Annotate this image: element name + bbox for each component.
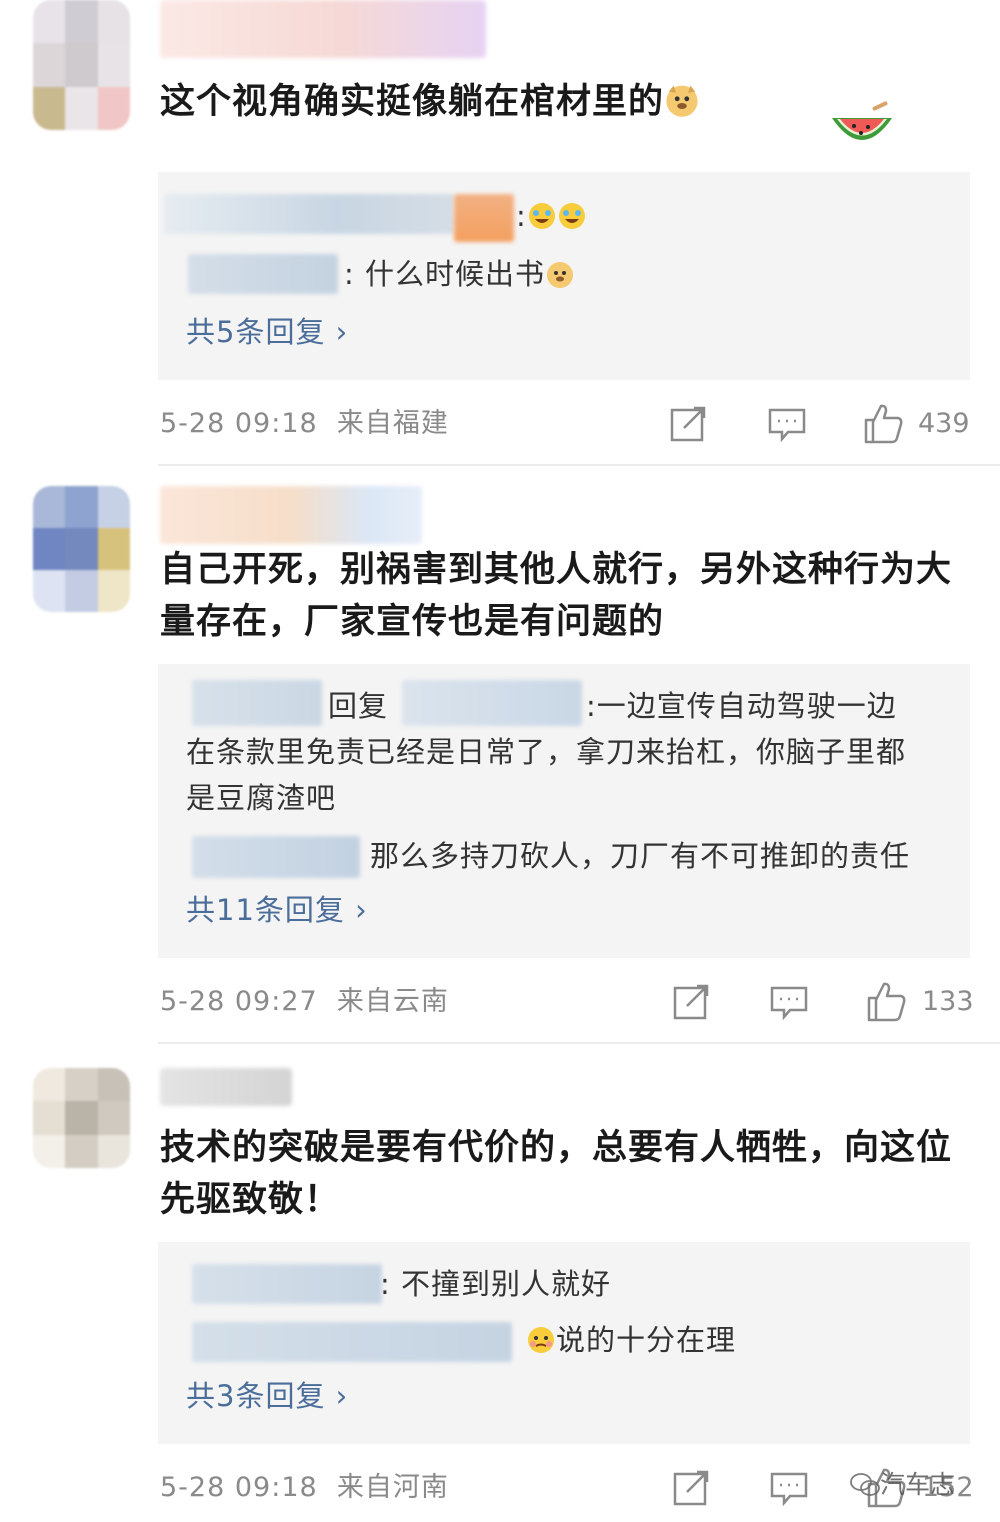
share-icon[interactable] (673, 984, 711, 1020)
location: 来自福建 (336, 408, 449, 439)
reply-box: : : 什么时候出书 共5条回复 › (158, 172, 970, 380)
reply-1-line-b: 在条款里免责已经是日常了，拿刀来抬杠，你脑子里都 (186, 735, 907, 769)
location: 来自云南 (336, 986, 449, 1017)
watermark-text: 汽车志 (880, 1470, 956, 1499)
more-replies-link[interactable]: 共3条回复 › (186, 1374, 348, 1418)
reply-user-blurred[interactable] (192, 1264, 382, 1304)
comment-text: 技术的突破是要有代价的，总要有人牺牲，向这位 先驱致敬！ (160, 1122, 980, 1226)
more-replies-link[interactable]: 共11条回复 › (186, 888, 368, 932)
comment-text-span: 这个视角确实挺像躺在棺材里的 (160, 82, 665, 122)
username-blurred[interactable] (160, 486, 422, 544)
comment-meta: 5-28 09:18 来自河南 (160, 1468, 449, 1508)
like-count: 439 (918, 408, 970, 439)
comment-text-line2: 先驱致敬！ (160, 1180, 341, 1220)
comment-icon[interactable] (768, 408, 806, 442)
comment-icon[interactable] (770, 986, 808, 1020)
comment-text-line1: 技术的突破是要有代价的，总要有人牺牲，向这位 (160, 1128, 953, 1168)
reply-2-span: : 什么时候出书 (344, 257, 545, 291)
doge-emoji-icon (666, 85, 698, 117)
more-replies-link[interactable]: 共5条回复 › (186, 310, 348, 354)
divider (158, 464, 1000, 466)
embarrassed-emoji-icon (528, 1327, 554, 1353)
avatar[interactable] (33, 486, 130, 612)
watermark: 汽车志 (850, 1465, 955, 1501)
watermelon-sticker-icon (832, 101, 892, 140)
username-blurred[interactable] (160, 0, 486, 58)
divider (158, 1042, 1000, 1044)
timestamp: 5-28 09:18 (160, 408, 318, 439)
reply-target-blurred[interactable] (402, 680, 582, 726)
reply-user-blurred[interactable] (188, 254, 338, 294)
comment-text-line1: 自己开死，别祸害到其他人就行，另外这种行为大 (160, 550, 953, 590)
reply-user-blurred[interactable] (192, 836, 360, 878)
username-blurred[interactable] (160, 1068, 292, 1106)
reply-1-line-c: 是豆腐渣吧 (186, 781, 337, 815)
avatar[interactable] (33, 1068, 130, 1168)
reply-1-text: : 不撞到别人就好 (380, 1267, 611, 1301)
comment-text-line2: 量存在，厂家宣传也是有问题的 (160, 602, 665, 642)
avatar[interactable] (33, 0, 130, 130)
reply-user-blurred[interactable] (192, 1322, 512, 1362)
wechat-logo-icon (850, 1473, 880, 1496)
timestamp: 5-28 09:27 (160, 986, 318, 1017)
reply-box: 回复 :一边宣传自动驾驶一边 在条款里免责已经是日常了，拿刀来抬杠，你脑子里都 … (158, 664, 970, 958)
reply-2-text: : 什么时候出书 (344, 252, 575, 296)
share-icon[interactable] (673, 1470, 711, 1506)
reply-box: : 不撞到别人就好 说的十分在理 共3条回复 › (158, 1242, 970, 1444)
location: 来自河南 (336, 1472, 449, 1503)
reply-user-blurred[interactable] (164, 194, 454, 234)
reply-2-span: 说的十分在理 (556, 1323, 737, 1357)
comment-meta: 5-28 09:27 来自云南 (160, 982, 449, 1022)
like-icon[interactable] (862, 402, 904, 444)
reply-1-colon: : (516, 199, 527, 233)
reply-user-blurred-accent (454, 194, 514, 242)
reply-1-mid: 回复 (328, 689, 389, 723)
like-icon[interactable] (865, 980, 907, 1022)
timestamp: 5-28 09:18 (160, 1472, 318, 1503)
comment-meta: 5-28 09:18 来自福建 (160, 404, 449, 444)
laugh-cry-emoji-icon (558, 203, 585, 229)
comment-text: 自己开死，别祸害到其他人就行，另外这种行为大 量存在，厂家宣传也是有问题的 (160, 544, 980, 648)
comment-icon[interactable] (770, 1472, 808, 1506)
doge-emoji-icon (547, 262, 573, 288)
reply-2-text: 说的十分在理 (526, 1318, 736, 1362)
reply-2-text: 那么多持刀砍人，刀厂有不可推卸的责任 (370, 839, 911, 873)
like-count: 133 (922, 986, 974, 1017)
reply-1-text: : (516, 194, 587, 238)
reply-1-line-a: :一边宣传自动驾驶一边 (586, 689, 897, 723)
share-icon[interactable] (670, 406, 708, 442)
laugh-cry-emoji-icon (528, 203, 555, 229)
reply-user-blurred[interactable] (192, 680, 322, 726)
